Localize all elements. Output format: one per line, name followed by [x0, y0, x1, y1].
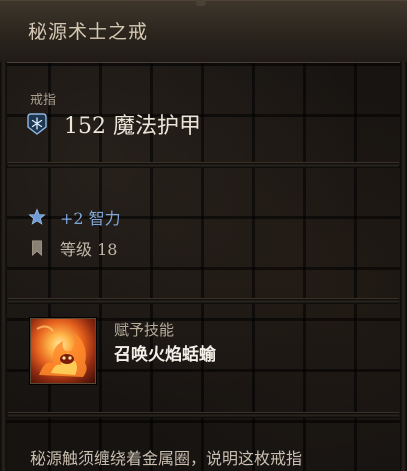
stat-level-text: 等级 18	[60, 240, 118, 259]
star-icon	[28, 208, 46, 225]
stat-intelligence: +2 智力	[28, 206, 121, 228]
left-border	[0, 62, 7, 471]
section-divider	[8, 162, 399, 168]
stat-intelligence-text: +2 智力	[60, 209, 121, 228]
flame-art-icon	[36, 325, 87, 377]
fire-slug-skill-icon[interactable]	[30, 318, 96, 384]
tooltip-header: 秘源术士之戒	[0, 0, 407, 63]
item-title: 秘源术士之戒	[28, 21, 149, 43]
header-notch	[196, 0, 206, 6]
bookmark-icon	[32, 240, 42, 257]
snowflake-rune-icon	[27, 113, 47, 135]
skill-name: 召唤火焰蛞蝓	[114, 345, 216, 365]
magic-armor-value: 152 魔法护甲	[64, 114, 201, 139]
right-border	[400, 62, 407, 471]
item-tooltip: 秘源术士之戒 戒指 152 魔法护甲 +2 智力 等级 18 赋予技能 召唤火焰…	[0, 0, 407, 471]
item-slot-type: 戒指	[30, 93, 57, 108]
skill-grant-label: 赋予技能	[114, 321, 175, 339]
stat-level: 等级 18	[28, 237, 117, 259]
item-description: 秘源触须缠绕着金属圈，说明这枚戒指	[30, 449, 303, 468]
section-divider	[8, 298, 399, 304]
section-divider	[8, 412, 399, 418]
